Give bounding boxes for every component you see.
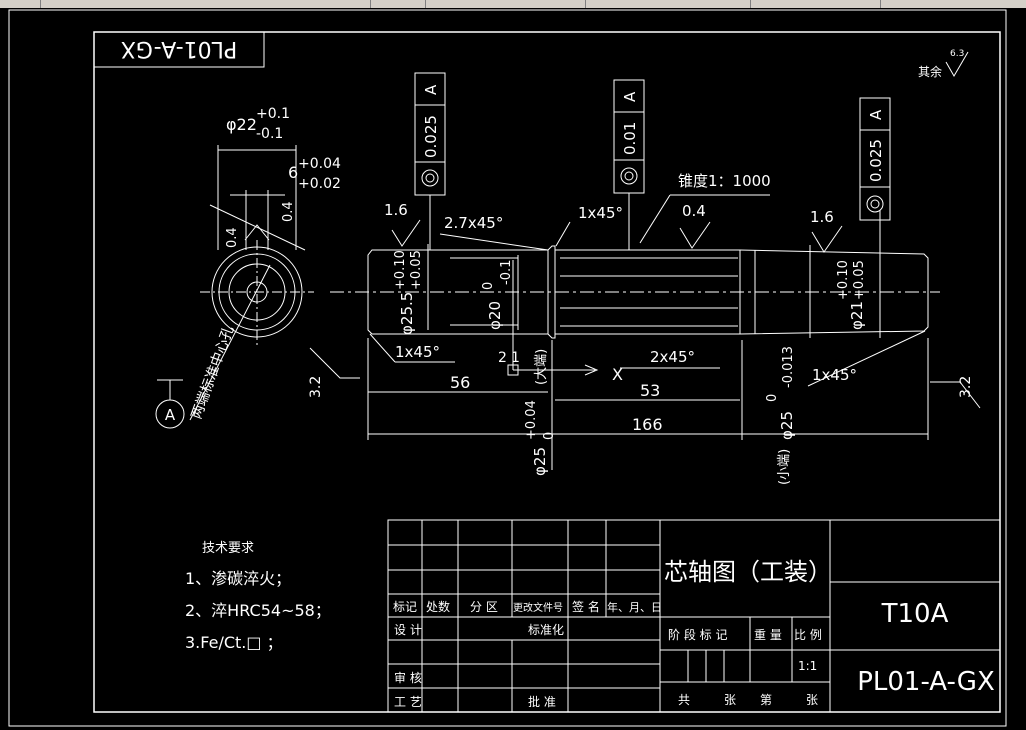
taper-label: 锥度1：1000	[678, 172, 771, 190]
tol3-datum: A	[867, 109, 885, 120]
tb-hdr-5: 年、月、日	[607, 600, 662, 614]
end-dia-lower: -0.1	[256, 126, 283, 142]
tb-hdr-2: 分 区	[470, 600, 498, 614]
tb-standardize: 标准化	[528, 623, 564, 637]
toolbar-segment[interactable]	[880, 0, 1026, 8]
tb-page-unit: 张	[806, 693, 818, 707]
end-r-right: 0.4	[281, 201, 296, 222]
toolbar-segment[interactable]	[40, 0, 371, 8]
tol1-value: 0.025	[422, 115, 440, 158]
tb-hdr-1: 处数	[426, 599, 450, 614]
tb-sheets: 共	[678, 693, 690, 707]
tb-process: 工 艺	[394, 695, 422, 709]
tb-scale-label: 比 例	[794, 628, 822, 642]
center-hole-note: 两端标准中心孔	[189, 324, 238, 422]
toolbar-segment[interactable]	[370, 0, 426, 8]
d21: φ21	[848, 301, 866, 330]
end-r-left: 0.4	[225, 227, 240, 248]
roughness-r2-value: 0.4	[682, 202, 706, 220]
roughness-other-label: 其余	[918, 64, 942, 79]
taper-leader	[639, 194, 671, 244]
d255-upper: +0.10	[393, 250, 408, 290]
tol3-value: 0.025	[867, 139, 885, 182]
tech-req-3: 3.Fe/Ct.□ ；	[185, 633, 283, 652]
tb-scale: 1:1	[798, 659, 817, 673]
drawing-code: PL01-A-GX	[857, 667, 995, 697]
end-dia: φ22	[226, 115, 257, 134]
chamfer-2-7-leader	[439, 233, 549, 251]
tol2-value: 0.01	[621, 122, 639, 155]
toolbar-segment[interactable]	[0, 0, 41, 8]
tb-review: 审 核	[394, 670, 422, 685]
d20: φ20	[486, 301, 504, 330]
chamfer-2: 2x45°	[650, 348, 695, 366]
tol1-datum: A	[422, 84, 440, 95]
tb-approve: 批 准	[528, 694, 556, 709]
tolerance-frame-2	[613, 79, 645, 250]
datum-label: A	[165, 406, 176, 424]
d255-lower: +0.05	[409, 250, 424, 290]
d255: φ25.5	[398, 292, 416, 335]
d20-lower: -0.1	[499, 260, 514, 285]
tb-sheet-unit: 张	[724, 693, 736, 707]
tolerance-frame-1	[414, 72, 446, 250]
end-dia-upper: +0.1	[256, 106, 290, 122]
code-box-text: PL01-A-GX	[121, 36, 237, 61]
drawing-title: 芯轴图（工装）	[664, 558, 832, 586]
tb-weight: 重 量	[754, 628, 782, 642]
toolbar-segment[interactable]	[425, 0, 586, 8]
tb-stage-mark: 阶 段 标 记	[668, 627, 727, 642]
d21-lower: +0.05	[852, 260, 867, 300]
dim-2: 2	[498, 350, 507, 366]
dim-166: 166	[632, 415, 663, 434]
roughness-r3-value: 1.6	[810, 208, 834, 226]
cad-drawing-canvas[interactable]: PL01-A-GX 其余 6.3 φ22 +0.1 -0.1 6 +0.04 +…	[0, 8, 1026, 730]
material: T10A	[881, 599, 949, 629]
window-toolbar-strip	[0, 0, 1026, 8]
toolbar-segment[interactable]	[585, 0, 751, 8]
roughness-left-value: 3.2	[308, 376, 324, 398]
tb-hdr-4: 签 名	[572, 599, 600, 614]
d20-upper: 0	[481, 282, 496, 290]
roughness-left	[309, 347, 360, 379]
big-end-label: (大端)	[534, 349, 549, 385]
end-keyway: 6	[288, 163, 298, 182]
toolbar-segment[interactable]	[750, 0, 881, 8]
roughness-r1-value: 1.6	[384, 201, 408, 219]
tb-page: 第	[760, 693, 772, 707]
d21-upper: +0.10	[836, 260, 851, 300]
tech-req-2: 2、淬HRC54~58；	[185, 601, 331, 620]
d25-small: φ25	[778, 411, 796, 440]
tb-hdr-3: 更改文件号	[513, 601, 563, 614]
dim-56: 56	[450, 373, 470, 392]
d25-small-upper: 0	[765, 394, 780, 402]
roughness-r3	[811, 225, 843, 253]
tb-hdr-0: 标记	[393, 600, 417, 614]
small-end-label: (小端)	[777, 449, 792, 485]
d25-big: φ25	[531, 447, 549, 476]
dim-1: 1	[511, 350, 520, 366]
tech-req-1: 1、渗碳淬火；	[185, 569, 291, 588]
roughness-value: 6.3	[950, 49, 964, 59]
end-keyway-upper: +0.04	[298, 156, 341, 172]
chamfer-1-left: 1x45°	[395, 343, 440, 361]
d25-big-lower: 0	[542, 432, 557, 440]
tb-design: 设 计	[394, 623, 422, 637]
chamfer-2-7: 2.7x45°	[444, 214, 503, 232]
tech-req-title: 技术要求	[202, 541, 254, 556]
d25-small-lower: -0.013	[781, 346, 796, 388]
tol2-datum: A	[621, 91, 639, 102]
roughness-r2	[679, 221, 711, 249]
roughness-right-value: 3.2	[958, 376, 974, 398]
dim-53: 53	[640, 381, 660, 400]
chamfer-1-top: 1x45°	[578, 204, 623, 222]
chamfer-1-right-leader	[807, 330, 926, 387]
roughness-r1	[391, 219, 421, 247]
chamfer-1-left-leader	[369, 333, 396, 363]
chamfer-1-top-leader	[555, 221, 571, 247]
end-keyway-lower: +0.02	[298, 176, 341, 192]
axis-x: X	[612, 365, 623, 384]
